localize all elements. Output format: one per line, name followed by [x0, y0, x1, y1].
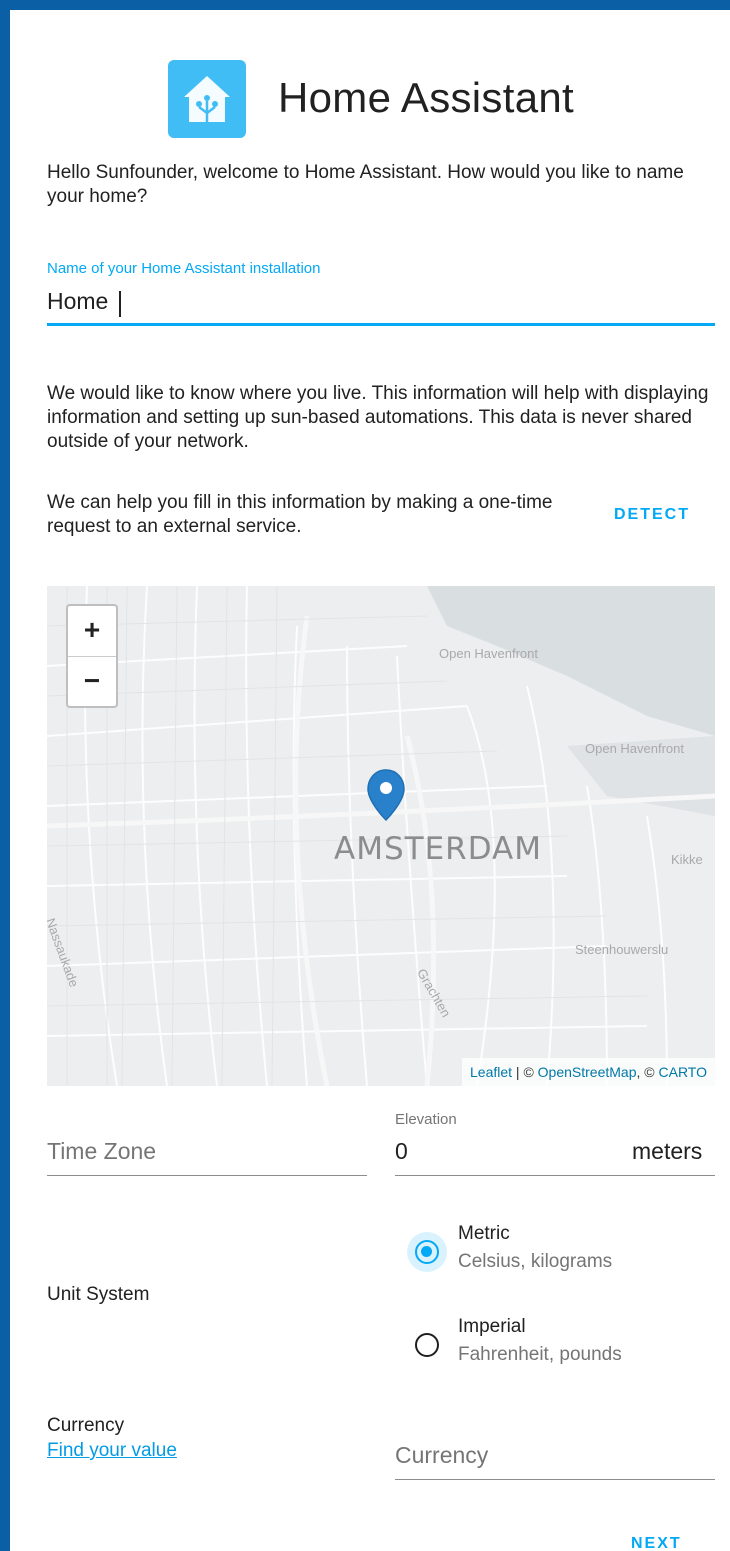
map-label-steenhouwerslu: Steenhouwerslu — [575, 942, 669, 957]
metric-option-title: Metric — [458, 1223, 510, 1244]
detect-text: We can help you fill in this information… — [47, 492, 553, 537]
currency-input[interactable]: Currency — [395, 1442, 488, 1469]
map-label-kikke: Kikke — [671, 852, 703, 867]
onboarding-card: Home Assistant Hello Sunfounder, welcome… — [10, 10, 730, 1551]
detect-button[interactable]: DETECT — [614, 506, 690, 524]
metric-radio[interactable] — [415, 1240, 439, 1264]
map-label-open-havenfront-1: Open Havenfront — [439, 646, 539, 661]
intro-text: Hello Sunfounder, welcome to Home Assist… — [47, 162, 684, 207]
name-input[interactable]: Home — [47, 288, 108, 315]
attribution-separator: | © — [512, 1064, 538, 1080]
zoom-control: + − — [66, 604, 118, 708]
location-map[interactable]: + − Open Havenfront Open Havenfront Kikk… — [47, 586, 715, 1086]
attribution-separator-2: , © — [636, 1064, 659, 1080]
text-caret — [119, 291, 121, 317]
map-label-open-havenfront-2: Open Havenfront — [585, 741, 685, 756]
location-pin-icon[interactable] — [365, 768, 407, 841]
elevation-label: Elevation — [395, 1111, 457, 1128]
imperial-radio[interactable] — [415, 1333, 439, 1357]
osm-link[interactable]: OpenStreetMap — [538, 1064, 637, 1080]
currency-underline — [395, 1479, 715, 1480]
zoom-out-button[interactable]: − — [68, 657, 116, 707]
imperial-option-title: Imperial — [458, 1316, 526, 1337]
leaflet-link[interactable]: Leaflet — [470, 1064, 512, 1080]
header: Home Assistant — [10, 60, 730, 140]
zoom-in-button[interactable]: + — [68, 606, 116, 657]
map-attribution: Leaflet | © OpenStreetMap, © CARTO — [462, 1058, 715, 1086]
unit-system-label: Unit System — [47, 1284, 150, 1305]
elevation-suffix: meters — [632, 1138, 703, 1164]
next-button[interactable]: NEXT — [631, 1535, 682, 1551]
imperial-option-subtitle: Fahrenheit, pounds — [458, 1344, 622, 1365]
app-title: Home Assistant — [278, 74, 574, 121]
elevation-underline — [395, 1175, 715, 1176]
timezone-underline — [47, 1175, 367, 1176]
currency-label: Currency — [47, 1415, 125, 1436]
name-input-underline — [47, 323, 715, 326]
elevation-input[interactable]: 0 — [395, 1138, 408, 1165]
timezone-input[interactable]: Time Zone — [47, 1138, 367, 1165]
name-field-label: Name of your Home Assistant installation — [47, 260, 321, 277]
home-assistant-logo-icon — [168, 60, 246, 138]
location-text: We would like to know where you live. Th… — [47, 383, 709, 452]
carto-link[interactable]: CARTO — [659, 1064, 708, 1080]
metric-option-subtitle: Celsius, kilograms — [458, 1251, 613, 1272]
find-your-value-link[interactable]: Find your value — [47, 1440, 177, 1462]
